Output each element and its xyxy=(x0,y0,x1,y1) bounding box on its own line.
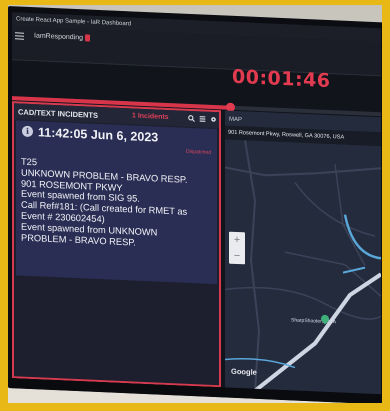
zoom-out-button[interactable]: − xyxy=(229,248,245,265)
google-logo: Google xyxy=(231,366,257,377)
map-panel[interactable]: MAP 901 Rosemont Pkwy, Roswell, GA 30076… xyxy=(225,110,381,395)
map-label: MAP xyxy=(229,116,243,124)
elapsed-timer: 00:01:46 xyxy=(232,65,331,93)
window-title: Create React App Sample - IaR Dashboard xyxy=(16,16,132,28)
hamburger-icon[interactable] xyxy=(15,32,24,40)
incident-status: Dispatched xyxy=(185,148,211,156)
dashboard-screen: Create React App Sample - IaR Dashboard … xyxy=(12,12,381,395)
zoom-control: + − xyxy=(229,231,245,265)
map-canvas[interactable] xyxy=(225,139,381,395)
zoom-in-button[interactable]: + xyxy=(229,232,245,249)
monitor: Create React App Sample - IaR Dashboard … xyxy=(8,6,385,405)
brand-name: IamResponding xyxy=(34,32,84,42)
info-icon: i xyxy=(22,125,33,138)
gear-icon[interactable] xyxy=(210,116,217,123)
brand-logo: IamResponding xyxy=(34,32,91,42)
search-icon[interactable] xyxy=(188,115,195,123)
incidents-panel: CAD/TEXT INCIDENTS 1 Incidents i 11:42:0… xyxy=(12,101,221,388)
list-icon[interactable] xyxy=(199,115,206,122)
incident-card[interactable]: i 11:42:05 Jun 6, 2023 Dispatched T25 UN… xyxy=(16,120,217,285)
incidents-title: CAD/TEXT INCIDENTS xyxy=(18,107,99,120)
incident-details: T25 UNKNOWN PROBLEM - BRAVO RESP. 901 RO… xyxy=(21,157,211,252)
map-address: 901 Rosemont Pkwy, Roswell, GA 30076, US… xyxy=(228,129,345,141)
incident-time: 11:42:05 Jun 6, 2023 xyxy=(38,125,159,145)
brand-badge-icon xyxy=(85,34,91,42)
incidents-count: 1 Incidents xyxy=(132,112,169,122)
